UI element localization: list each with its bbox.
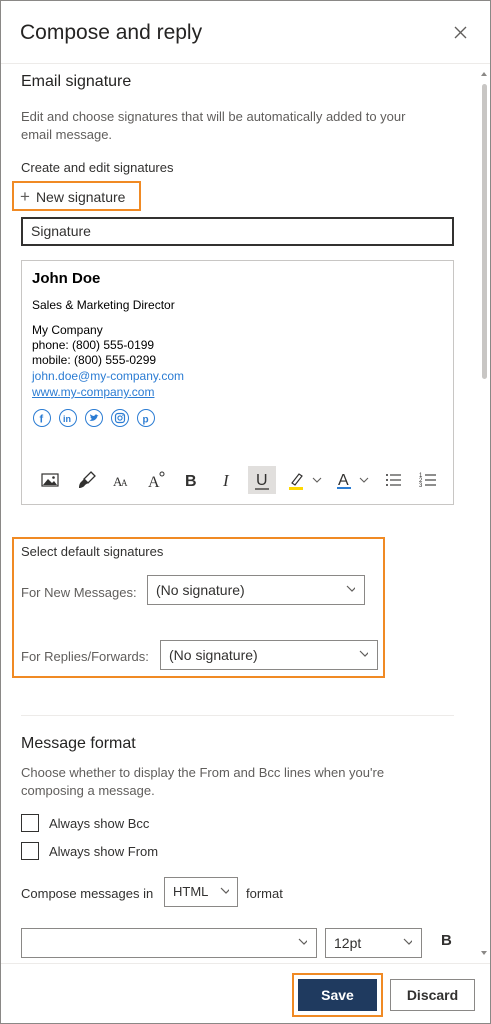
- replies-forwards-value: (No signature): [169, 647, 258, 663]
- decrease-font-size-button[interactable]: A A: [108, 466, 136, 494]
- signature-editor[interactable]: John Doe Sales & Marketing Director My C…: [21, 260, 454, 505]
- insert-picture-button[interactable]: [36, 466, 64, 494]
- highlight-color-button[interactable]: [284, 466, 326, 494]
- chevron-down-icon: [220, 887, 229, 894]
- always-show-bcc-label[interactable]: Always show Bcc: [49, 816, 149, 831]
- save-button[interactable]: Save: [298, 979, 377, 1011]
- signature-name-input[interactable]: Signature: [21, 217, 454, 246]
- font-size-increase-icon: A: [148, 471, 165, 491]
- always-show-from-checkbox[interactable]: [21, 842, 39, 860]
- linkedin-icon[interactable]: in: [59, 409, 77, 427]
- font-size-value: 12pt: [334, 935, 362, 951]
- bold-button[interactable]: B: [177, 466, 205, 494]
- svg-text:U: U: [256, 472, 268, 489]
- create-signatures-label: Create and edit signatures: [21, 160, 174, 175]
- message-format-heading: Message format: [21, 735, 136, 752]
- replies-forwards-label: For Replies/Forwards:: [21, 649, 149, 664]
- message-format-description-1: Choose whether to display the From and B…: [21, 765, 385, 780]
- replies-forwards-dropdown[interactable]: (No signature): [160, 640, 378, 670]
- email-signature-description-2: email message.: [21, 127, 113, 142]
- always-show-bcc-checkbox[interactable]: [21, 814, 39, 832]
- font-color-button[interactable]: A: [332, 466, 374, 494]
- scroll-down-icon[interactable]: [481, 951, 487, 955]
- close-button[interactable]: [449, 21, 473, 45]
- email-signature-description-1: Edit and choose signatures that will be …: [21, 109, 406, 124]
- close-icon: [454, 26, 467, 39]
- numbering-button[interactable]: 1 2 3: [415, 466, 443, 494]
- svg-text:3: 3: [419, 483, 423, 489]
- svg-text:A: A: [148, 474, 160, 491]
- new-messages-value: (No signature): [156, 582, 245, 598]
- italic-icon: I: [222, 471, 230, 490]
- bullets-icon: [386, 474, 401, 486]
- font-size-decrease-icon: A A: [113, 474, 128, 489]
- numbering-icon: 1 2 3: [419, 473, 436, 489]
- discard-button[interactable]: Discard: [390, 979, 475, 1011]
- panel-header: Compose and reply: [1, 1, 490, 64]
- message-format-description-2: composing a message.: [21, 783, 155, 798]
- font-color-icon: A: [337, 472, 369, 489]
- font-family-dropdown[interactable]: [21, 928, 317, 958]
- chevron-down-icon: [359, 650, 368, 657]
- scrollbar[interactable]: [479, 64, 490, 962]
- page-title: Compose and reply: [20, 21, 203, 44]
- signature-phone-text: phone: (800) 555-0199: [32, 338, 155, 352]
- facebook-icon[interactable]: f: [33, 409, 51, 427]
- scroll-up-icon[interactable]: [481, 72, 487, 76]
- signature-email-link[interactable]: john.doe@my-company.com: [32, 369, 184, 383]
- section-divider: [21, 715, 454, 716]
- increase-font-size-button[interactable]: A: [142, 466, 170, 494]
- format-painter-icon: [79, 471, 96, 488]
- default-signatures-heading: Select default signatures: [21, 544, 164, 559]
- compose-format-prefix: Compose messages in: [21, 886, 154, 901]
- bold-icon: B: [185, 473, 197, 490]
- signature-mobile-text: mobile: (800) 555-0299: [32, 353, 157, 367]
- new-signature-label: New signature: [35, 189, 126, 205]
- bullets-button[interactable]: [380, 466, 408, 494]
- compose-format-suffix: format: [246, 886, 283, 901]
- svg-text:p: p: [143, 415, 149, 426]
- instagram-icon[interactable]: [111, 409, 129, 427]
- plus-icon: +: [20, 187, 30, 206]
- compose-format-value: HTML: [173, 884, 209, 899]
- underline-icon: U: [255, 472, 269, 490]
- default-bold-button[interactable]: B: [441, 932, 452, 949]
- scroll-thumb[interactable]: [482, 84, 487, 379]
- chevron-down-icon: [403, 938, 412, 945]
- new-messages-dropdown[interactable]: (No signature): [147, 575, 365, 605]
- italic-button[interactable]: I: [213, 466, 241, 494]
- new-messages-label: For New Messages:: [21, 585, 137, 600]
- svg-text:A: A: [121, 478, 128, 488]
- pinterest-icon[interactable]: p: [137, 409, 155, 427]
- email-signature-heading: Email signature: [21, 73, 132, 90]
- always-show-from-label[interactable]: Always show From: [49, 844, 158, 859]
- svg-text:I: I: [222, 471, 230, 490]
- format-painter-button[interactable]: [73, 466, 101, 494]
- underline-button[interactable]: U: [248, 466, 276, 494]
- settings-panel: Compose and reply Email signature Edit a…: [0, 0, 491, 1024]
- chevron-down-icon: [346, 585, 355, 592]
- highlighter-icon: [289, 473, 322, 490]
- svg-text:B: B: [185, 473, 197, 490]
- signature-website-link[interactable]: www.my-company.com: [32, 385, 154, 399]
- twitter-icon[interactable]: [85, 409, 103, 427]
- svg-text:f: f: [40, 414, 44, 426]
- compose-format-dropdown[interactable]: HTML: [164, 877, 238, 907]
- font-size-dropdown[interactable]: 12pt: [325, 928, 422, 958]
- new-signature-button[interactable]: + New signature: [20, 187, 125, 207]
- svg-text:in: in: [63, 414, 71, 424]
- picture-icon: [41, 473, 59, 487]
- chevron-down-icon: [298, 938, 307, 945]
- panel-footer: Save Discard: [1, 963, 490, 1023]
- svg-text:A: A: [338, 472, 349, 489]
- signature-company-text: My Company: [32, 323, 103, 337]
- signature-title-text: Sales & Marketing Director: [32, 298, 175, 312]
- signature-name-text: John Doe: [32, 270, 101, 287]
